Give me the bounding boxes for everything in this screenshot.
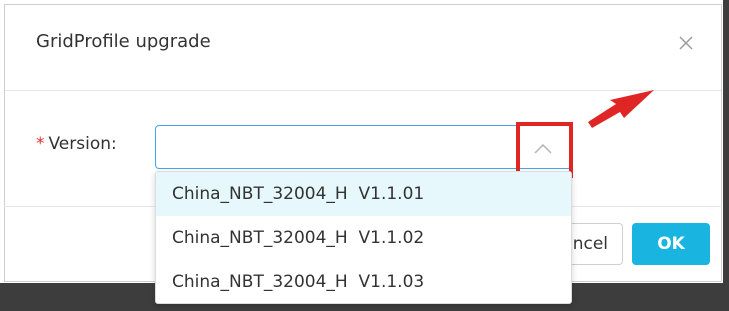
version-dropdown-menu: China_NBT_32004_H V1.1.01 China_NBT_3200… <box>155 171 572 304</box>
version-label: * Version: <box>36 134 117 154</box>
ok-button[interactable]: OK <box>632 223 710 265</box>
annotation-arrow-icon <box>588 90 654 128</box>
modal-backdrop-right <box>723 0 729 311</box>
close-icon[interactable] <box>675 32 697 54</box>
dropdown-option[interactable]: China_NBT_32004_H V1.1.03 <box>156 260 571 304</box>
dropdown-option[interactable]: China_NBT_32004_H V1.1.02 <box>156 216 571 260</box>
dropdown-option[interactable]: China_NBT_32004_H V1.1.01 <box>156 172 571 216</box>
version-label-text: Version: <box>48 134 117 154</box>
annotation-highlight-box <box>516 122 573 178</box>
required-mark: * <box>36 134 45 154</box>
dialog-title: GridProfile upgrade <box>36 31 211 52</box>
version-select[interactable] <box>155 125 572 169</box>
